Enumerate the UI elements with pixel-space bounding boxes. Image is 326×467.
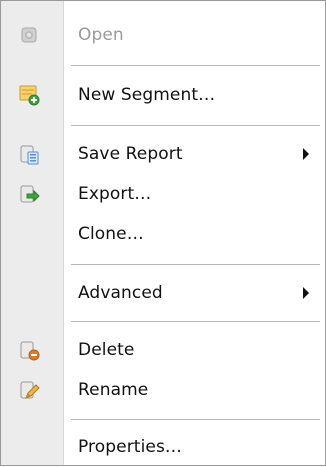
menu-item-new-segment-label: New Segment… [78,85,216,105]
rename-icon [20,381,40,399]
menu-items: Open New Segment… Save Report Export… Cl… [1,1,325,465]
separator [71,125,320,126]
separator [71,264,320,265]
menu-item-advanced-label: Advanced [78,283,163,303]
menu-item-clone-label: Clone… [78,224,144,244]
separator [71,419,320,420]
open-disabled-icon [21,27,37,43]
separator [71,321,320,322]
export-icon [20,185,40,203]
menu-item-clone[interactable]: Clone… [1,214,325,254]
menu-item-export-label: Export… [78,184,152,204]
separator [71,65,320,66]
submenu-arrow-icon [303,148,309,160]
menu-item-rename[interactable]: Rename [1,370,325,410]
menu-item-save-report-label: Save Report [78,144,183,164]
menu-item-new-segment[interactable]: New Segment… [1,75,325,115]
menu-item-open: Open [1,15,325,55]
menu-item-delete[interactable]: Delete [1,330,325,370]
menu-item-properties-label: Properties… [78,437,183,457]
menu-item-rename-label: Rename [78,380,149,400]
delete-icon [20,341,40,361]
new-segment-icon [19,85,40,106]
menu-item-properties[interactable]: Properties… [1,427,325,467]
context-menu: Open New Segment… Save Report Export… Cl… [0,0,326,466]
menu-item-advanced[interactable]: Advanced [1,273,325,313]
menu-item-export[interactable]: Export… [1,174,325,214]
menu-item-open-label: Open [78,25,124,45]
save-report-icon [20,145,39,165]
menu-item-save-report[interactable]: Save Report [1,134,325,174]
submenu-arrow-icon [303,287,309,299]
menu-item-delete-label: Delete [78,340,135,360]
